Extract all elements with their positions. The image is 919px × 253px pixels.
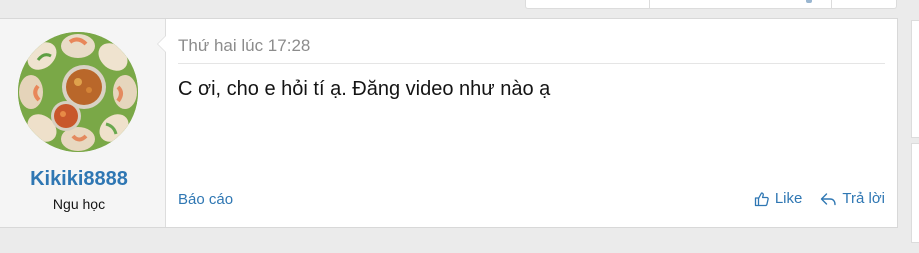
message-post: Kikiki8888 Ngu học Thứ hai lúc 17:28 C ơ… (0, 18, 898, 228)
thumbs-up-icon (754, 191, 769, 206)
sidebar-edge (911, 20, 919, 138)
reply-label: Trả lời (842, 190, 885, 207)
previous-block-edge (525, 0, 897, 9)
user-cell-arrow (157, 35, 166, 53)
header-divider (178, 63, 885, 64)
post-body-text: C ơi, cho e hỏi tí ạ. Đăng video như nào… (178, 78, 551, 100)
message-user-cell: Kikiki8888 Ngu học (0, 19, 166, 227)
like-label: Like (774, 190, 803, 207)
divider (831, 0, 832, 9)
post-actions: Like Trả lời (754, 190, 885, 207)
sidebar-edge (911, 143, 919, 243)
message-content-cell: Thứ hai lúc 17:28 C ơi, cho e hỏi tí ạ. … (166, 19, 897, 227)
avatar[interactable] (18, 32, 138, 152)
username-link[interactable]: Kikiki8888 (0, 168, 158, 191)
user-title: Ngu học (52, 196, 106, 212)
like-button[interactable]: Like (754, 190, 803, 207)
divider (649, 0, 650, 9)
previous-block-marker (806, 0, 812, 3)
reply-button[interactable]: Trả lời (820, 190, 885, 207)
report-link[interactable]: Báo cáo (178, 191, 233, 208)
reply-arrow-icon (821, 192, 837, 205)
avatar-image (18, 32, 138, 152)
post-date-link[interactable]: Thứ hai lúc 17:28 (178, 36, 310, 56)
